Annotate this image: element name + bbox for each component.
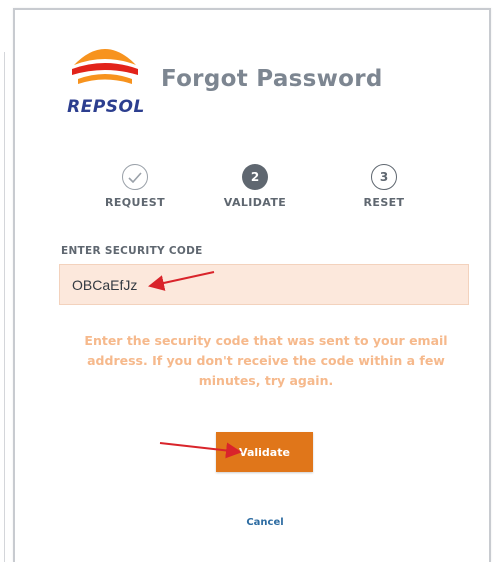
step-request: REQUEST [80, 164, 190, 209]
screen: REPSOL Forgot Password REQUEST 2 VALIDAT… [0, 0, 500, 562]
progress-stepper: REQUEST 2 VALIDATE 3 RESET [70, 164, 440, 214]
security-code-input[interactable] [59, 264, 469, 305]
page-title: Forgot Password [161, 66, 383, 92]
step-reset-number: 3 [371, 164, 397, 190]
repsol-sun-icon [72, 49, 138, 84]
step-reset-label: RESET [363, 196, 405, 209]
step-validate-number: 2 [242, 164, 268, 190]
repsol-logo: REPSOL [56, 39, 156, 129]
cancel-link[interactable]: Cancel [230, 517, 300, 528]
help-text: Enter the security code that was sent to… [84, 333, 448, 388]
step-request-label: REQUEST [104, 196, 165, 209]
step-validate: 2 VALIDATE [200, 164, 310, 209]
brand-wordmark: REPSOL [67, 97, 145, 117]
divider [4, 52, 5, 562]
step-request-check-icon [122, 164, 148, 190]
step-validate-label: VALIDATE [223, 196, 287, 209]
security-code-label: ENTER SECURITY CODE [61, 245, 203, 257]
validate-button[interactable]: Validate [216, 432, 313, 472]
step-reset: 3 RESET [329, 164, 439, 209]
